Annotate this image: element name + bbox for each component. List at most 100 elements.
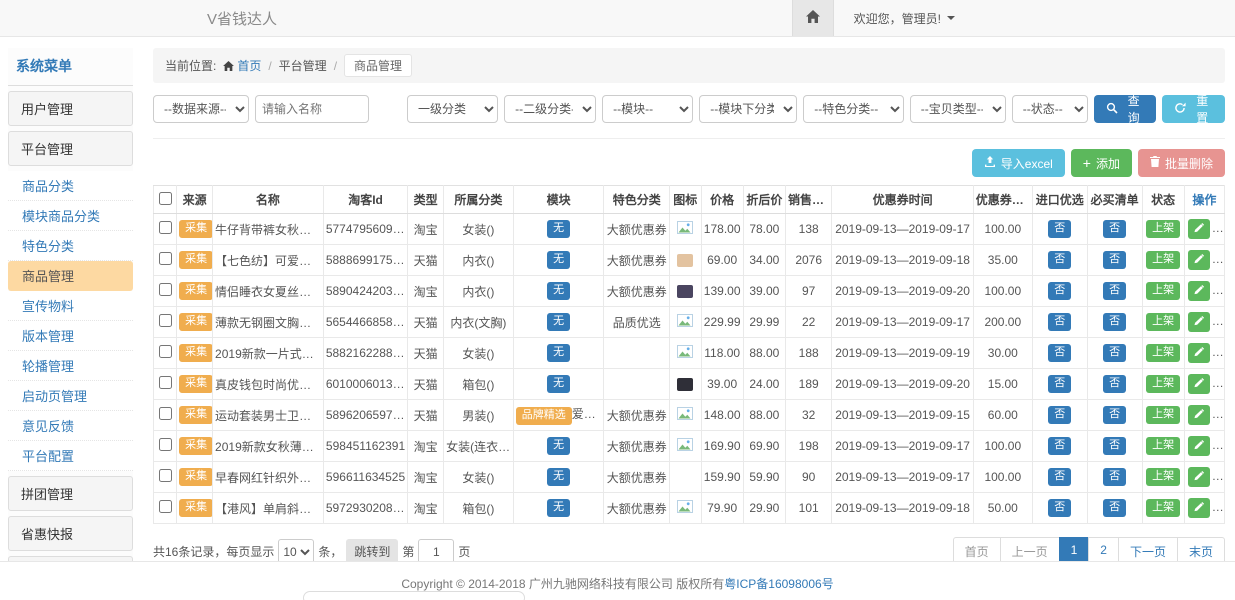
row-checkbox[interactable] bbox=[159, 376, 172, 389]
imported-badge[interactable]: 否 bbox=[1048, 437, 1071, 454]
icp-link[interactable]: 粤ICP备16098006号 bbox=[724, 577, 833, 591]
row-checkbox[interactable] bbox=[159, 252, 172, 265]
row-checkbox[interactable] bbox=[159, 500, 172, 513]
must-buy-badge[interactable]: 否 bbox=[1103, 406, 1126, 423]
coupon-time-cell: 2019-09-13—2019-09-20 bbox=[832, 276, 973, 307]
row-checkbox[interactable] bbox=[159, 469, 172, 482]
discount-price-cell: 78.00 bbox=[743, 214, 785, 245]
filter-select-module-subcategory[interactable]: --模块下分类-- bbox=[699, 95, 797, 123]
must-buy-badge[interactable]: 否 bbox=[1103, 344, 1126, 361]
sidebar-item-product-category[interactable]: 商品分类 bbox=[8, 171, 133, 201]
table-header: 来源名称淘客Id类型所属分类模块特色分类图标价格折后价销售数量优惠券时间优惠券金… bbox=[153, 186, 1224, 214]
source-badge: 采集 bbox=[179, 375, 212, 392]
imported-cell: 否 bbox=[1032, 214, 1087, 245]
imported-badge[interactable]: 否 bbox=[1048, 251, 1071, 268]
imported-badge[interactable]: 否 bbox=[1048, 468, 1071, 485]
must-buy-cell: 否 bbox=[1087, 493, 1142, 524]
image-placeholder-icon bbox=[677, 347, 693, 361]
sidebar-item-feedback[interactable]: 意见反馈 bbox=[8, 411, 133, 441]
select-all-checkbox[interactable] bbox=[159, 192, 172, 205]
sidebar-item-product-management[interactable]: 商品管理 bbox=[8, 261, 133, 291]
edit-pencil-icon bbox=[1193, 501, 1204, 516]
edit-button[interactable] bbox=[1188, 343, 1210, 363]
status-cell: 上架 bbox=[1142, 431, 1184, 462]
row-checkbox[interactable] bbox=[159, 345, 172, 358]
status-badge[interactable]: 上架 bbox=[1146, 313, 1180, 330]
sidebar-item-saving-express[interactable]: 省惠快报 bbox=[8, 516, 133, 551]
imported-badge[interactable]: 否 bbox=[1048, 499, 1071, 516]
must-buy-badge[interactable]: 否 bbox=[1103, 375, 1126, 392]
status-badge[interactable]: 上架 bbox=[1146, 437, 1180, 454]
row-checkbox[interactable] bbox=[159, 283, 172, 296]
filter-select-status[interactable]: --状态-- bbox=[1012, 95, 1088, 123]
sidebar-item-group-buy-management[interactable]: 拼团管理 bbox=[8, 476, 133, 511]
status-badge[interactable]: 上架 bbox=[1146, 375, 1180, 392]
must-buy-badge[interactable]: 否 bbox=[1103, 282, 1126, 299]
feature-cell: 大额优惠券 bbox=[604, 400, 669, 431]
must-buy-badge[interactable]: 否 bbox=[1103, 499, 1126, 516]
status-badge[interactable]: 上架 bbox=[1146, 344, 1180, 361]
row-checkbox[interactable] bbox=[159, 407, 172, 420]
sidebar-item-module-product-category[interactable]: 模块商品分类 bbox=[8, 201, 133, 231]
imported-badge[interactable]: 否 bbox=[1048, 220, 1071, 237]
imported-badge[interactable]: 否 bbox=[1048, 313, 1071, 330]
row-checkbox[interactable] bbox=[159, 221, 172, 234]
edit-button[interactable] bbox=[1188, 374, 1210, 394]
edit-button[interactable] bbox=[1188, 281, 1210, 301]
sidebar-item-featured-category[interactable]: 特色分类 bbox=[8, 231, 133, 261]
user-menu[interactable]: 欢迎您，管理员! bbox=[834, 10, 1235, 27]
sales-cell: 101 bbox=[785, 493, 831, 524]
must-buy-badge[interactable]: 否 bbox=[1103, 468, 1126, 485]
source-cell: 采集 bbox=[177, 369, 213, 400]
must-buy-badge[interactable]: 否 bbox=[1103, 437, 1126, 454]
filter-select-level1-category[interactable]: 一级分类 bbox=[407, 95, 498, 123]
status-badge[interactable]: 上架 bbox=[1146, 251, 1180, 268]
add-button[interactable]: + 添加 bbox=[1071, 149, 1132, 177]
status-badge[interactable]: 上架 bbox=[1146, 468, 1180, 485]
imported-badge[interactable]: 否 bbox=[1048, 344, 1071, 361]
sidebar-item-platform-config[interactable]: 平台配置 bbox=[8, 441, 133, 471]
edit-button[interactable] bbox=[1188, 405, 1210, 425]
filter-select-data-source[interactable]: --数据来源-- bbox=[153, 95, 249, 123]
name-cell: 牛仔背带裤女秋装减龄... bbox=[213, 214, 324, 245]
sidebar-item-version-management[interactable]: 版本管理 bbox=[8, 321, 133, 351]
status-badge[interactable]: 上架 bbox=[1146, 406, 1180, 423]
sidebar-item-platform-management[interactable]: 平台管理 bbox=[8, 131, 133, 166]
imported-badge[interactable]: 否 bbox=[1048, 406, 1071, 423]
status-badge[interactable]: 上架 bbox=[1146, 282, 1180, 299]
edit-button[interactable] bbox=[1188, 312, 1210, 332]
must-buy-badge[interactable]: 否 bbox=[1103, 220, 1126, 237]
filter-select-item-type[interactable]: --宝贝类型-- bbox=[910, 95, 1006, 123]
page-layout: 系统菜单 用户管理平台管理商品分类模块商品分类特色分类商品管理宣传物料版本管理轮… bbox=[0, 37, 1235, 566]
sidebar-item-splash-page-management[interactable]: 启动页管理 bbox=[8, 381, 133, 411]
filter-select-featured-category[interactable]: --特色分类-- bbox=[803, 95, 904, 123]
filter-select-level2-category[interactable]: --二级分类-- bbox=[504, 95, 596, 123]
query-button[interactable]: 查询 bbox=[1094, 95, 1157, 123]
status-badge[interactable]: 上架 bbox=[1146, 499, 1180, 516]
coupon-amount-cell: 15.00 bbox=[973, 369, 1032, 400]
edit-button[interactable] bbox=[1188, 498, 1210, 518]
edit-button[interactable] bbox=[1188, 219, 1210, 239]
edit-button[interactable] bbox=[1188, 250, 1210, 270]
imported-badge[interactable]: 否 bbox=[1048, 282, 1071, 299]
must-buy-badge[interactable]: 否 bbox=[1103, 251, 1126, 268]
row-checkbox[interactable] bbox=[159, 438, 172, 451]
home-button[interactable] bbox=[792, 0, 834, 36]
sidebar-item-promo-materials[interactable]: 宣传物料 bbox=[8, 291, 133, 321]
coupon-time-cell: 2019-09-13—2019-09-20 bbox=[832, 369, 973, 400]
column-header: 淘客Id bbox=[323, 186, 407, 214]
sidebar-item-carousel-management[interactable]: 轮播管理 bbox=[8, 351, 133, 381]
reset-button[interactable]: 重置 bbox=[1162, 95, 1225, 123]
edit-button[interactable] bbox=[1188, 436, 1210, 456]
batch-delete-button[interactable]: 批量删除 bbox=[1138, 149, 1225, 177]
row-checkbox[interactable] bbox=[159, 314, 172, 327]
imported-badge[interactable]: 否 bbox=[1048, 375, 1071, 392]
import-excel-button[interactable]: 导入excel bbox=[972, 149, 1065, 177]
edit-button[interactable] bbox=[1188, 467, 1210, 487]
sidebar-item-user-management[interactable]: 用户管理 bbox=[8, 91, 133, 126]
filter-select-module[interactable]: --模块-- bbox=[602, 95, 693, 123]
breadcrumb-home-link[interactable]: 首页 bbox=[223, 57, 261, 74]
status-badge[interactable]: 上架 bbox=[1146, 220, 1180, 237]
filter-input-name-keyword[interactable] bbox=[255, 95, 369, 123]
must-buy-badge[interactable]: 否 bbox=[1103, 313, 1126, 330]
